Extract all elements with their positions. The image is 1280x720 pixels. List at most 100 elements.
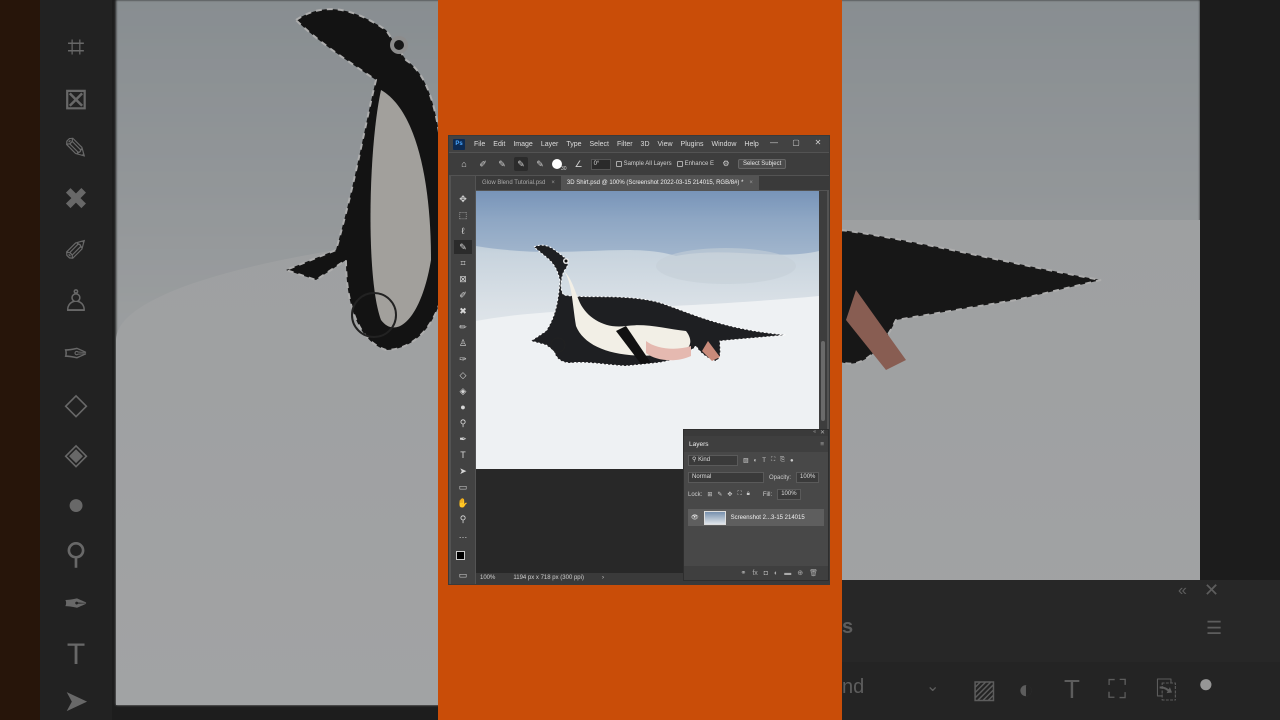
layers-title: Layers bbox=[689, 440, 709, 448]
lock-artboard-icon[interactable]: ⛶ bbox=[737, 491, 741, 498]
group-folder-icon[interactable]: ▬ bbox=[784, 570, 791, 577]
move-tool-icon[interactable]: ✥ bbox=[454, 192, 472, 206]
menu-help[interactable]: Help bbox=[740, 141, 762, 148]
lock-label: Lock: bbox=[688, 491, 703, 498]
layers-panel: « ✕ Layers ≡ ⚲ Kind ▨ ◐ T ⛶ ⎘ ● Normal O… bbox=[683, 429, 829, 581]
tab-close-icon[interactable]: × bbox=[551, 180, 555, 186]
filter-kind-select[interactable]: ⚲ Kind bbox=[688, 455, 738, 466]
more-tools-icon[interactable]: … bbox=[454, 528, 472, 542]
sample-all-layers-checkbox[interactable]: Sample All Layers bbox=[615, 161, 672, 167]
frame-tool-icon[interactable]: ⊠ bbox=[454, 272, 472, 286]
menu-layer[interactable]: Layer bbox=[537, 141, 563, 148]
scrollbar-thumb[interactable] bbox=[821, 341, 825, 421]
lock-all-icon[interactable]: 🔒︎ bbox=[747, 491, 750, 498]
shape-filter-icon[interactable]: ⛶ bbox=[771, 457, 775, 464]
menu-file[interactable]: File bbox=[470, 141, 489, 148]
minimize-icon[interactable]: — bbox=[763, 136, 785, 150]
rectangle-tool-icon[interactable]: ▭ bbox=[454, 480, 472, 494]
smart-object-filter-icon[interactable]: ⎘ bbox=[780, 457, 785, 464]
healing-tool-icon[interactable]: ✖ bbox=[454, 304, 472, 318]
menu-type[interactable]: Type bbox=[562, 141, 585, 148]
new-selection-icon[interactable]: ✎ bbox=[495, 157, 509, 171]
filter-toggle-icon[interactable]: ● bbox=[790, 458, 794, 464]
history-brush-tool-icon[interactable]: ✑ bbox=[454, 352, 472, 366]
menu-3d[interactable]: 3D bbox=[637, 141, 654, 148]
adjustment-filter-icon[interactable]: ◐ bbox=[754, 458, 758, 464]
adjustment-layer-icon[interactable]: ◐ bbox=[774, 570, 778, 577]
tab-close-icon[interactable]: × bbox=[749, 180, 753, 186]
status-arrow-icon[interactable]: › bbox=[602, 573, 604, 584]
maximize-icon[interactable]: ▢ bbox=[785, 136, 807, 150]
paint-bucket-tool-icon[interactable]: ◈ bbox=[454, 384, 472, 398]
blur-tool-icon[interactable]: ● bbox=[454, 400, 472, 414]
lock-pixels-icon[interactable]: ✎ bbox=[717, 491, 722, 498]
tab-3d-shirt[interactable]: 3D Shirt.psd @ 100% (Screenshot 2022-03-… bbox=[560, 176, 759, 190]
pixel-filter-icon[interactable]: ▨ bbox=[743, 457, 749, 464]
eraser-tool-icon[interactable]: ◇ bbox=[454, 368, 472, 382]
tool-preset-icon[interactable]: ✐ bbox=[476, 157, 490, 171]
document-info: 1194 px x 718 px (300 ppi) bbox=[513, 575, 584, 581]
quick-selection-tool-icon[interactable]: ✎ bbox=[454, 240, 472, 254]
menu-image[interactable]: Image bbox=[509, 141, 536, 148]
link-layers-icon[interactable]: ⚭ bbox=[740, 569, 746, 577]
checkbox-box-icon bbox=[676, 161, 683, 167]
tab-glow-blend[interactable]: Glow Blend Tutorial.psd × bbox=[476, 176, 561, 190]
brush-size-value: 30 bbox=[561, 166, 567, 172]
pen-tool-icon[interactable]: ✒ bbox=[454, 432, 472, 446]
trash-icon[interactable]: 🗑︎ bbox=[809, 569, 818, 577]
photoshop-window: Ps File Edit Image Layer Type Select Fil… bbox=[448, 135, 830, 585]
gear-icon[interactable]: ⚙ bbox=[719, 157, 733, 171]
menu-filter[interactable]: Filter bbox=[613, 141, 637, 148]
subtract-selection-icon[interactable]: ✎ bbox=[533, 157, 547, 171]
checkbox-box-icon bbox=[615, 161, 622, 167]
fx-icon[interactable]: fx bbox=[752, 570, 757, 577]
foreground-color-swatch[interactable] bbox=[456, 551, 465, 560]
menu-plugins[interactable]: Plugins bbox=[677, 141, 708, 148]
layer-thumbnail bbox=[703, 510, 726, 525]
menu-edit[interactable]: Edit bbox=[489, 141, 509, 148]
opacity-field[interactable]: 100% bbox=[796, 472, 820, 483]
home-icon[interactable]: ⌂ bbox=[457, 157, 471, 171]
quick-mask-icon[interactable]: ▭ bbox=[454, 568, 472, 582]
zoom-tool-icon[interactable]: ⚲ bbox=[454, 512, 472, 526]
menu-select[interactable]: Select bbox=[586, 141, 613, 148]
close-window-icon[interactable]: ✕ bbox=[807, 136, 829, 150]
type-filter-icon[interactable]: T bbox=[762, 458, 766, 464]
penguin-photo[interactable] bbox=[476, 191, 819, 469]
add-to-selection-icon[interactable]: ✎ bbox=[514, 157, 528, 171]
menu-window[interactable]: Window bbox=[708, 141, 741, 148]
layers-footer: ⚭ fx ◘ ◐ ▬ ⊕ 🗑︎ bbox=[684, 566, 828, 580]
zoom-level[interactable]: 100% bbox=[480, 573, 495, 584]
layer-name[interactable]: Screenshot 2...3-15 214015 bbox=[731, 515, 805, 521]
path-selection-tool-icon[interactable]: ➤ bbox=[454, 464, 472, 478]
angle-field[interactable]: 0° bbox=[590, 158, 611, 170]
brush-tool-icon[interactable]: ✏ bbox=[454, 320, 472, 334]
close-panel-icon[interactable]: ✕ bbox=[820, 429, 825, 436]
lasso-tool-icon[interactable]: ℓ bbox=[454, 224, 472, 238]
video-frame: ⌗ ⊠ ✎ ✖ ✐ ♙ ✑ ◇ ◈ ● ⚲ ✒ T ➤ « ✕ s ☰ nd ⌄… bbox=[0, 0, 1280, 720]
blend-mode-select[interactable]: Normal bbox=[688, 472, 764, 483]
layers-tab[interactable]: Layers ≡ bbox=[684, 436, 828, 452]
tab-label: Glow Blend Tutorial.psd bbox=[482, 180, 546, 186]
filter-row: ⚲ Kind ▨ ◐ T ⛶ ⎘ ● bbox=[684, 452, 828, 469]
eyedropper-tool-icon[interactable]: ✐ bbox=[454, 288, 472, 302]
marquee-tool-icon[interactable]: ⬚ bbox=[454, 208, 472, 222]
enhance-edge-checkbox[interactable]: Enhance E bbox=[676, 161, 714, 167]
select-subject-button[interactable]: Select Subject bbox=[737, 159, 787, 169]
enhance-edge-label: Enhance E bbox=[684, 161, 714, 167]
panel-menu-icon[interactable]: ≡ bbox=[820, 441, 824, 448]
menu-view[interactable]: View bbox=[654, 141, 677, 148]
lock-position-icon[interactable]: ✥ bbox=[727, 491, 732, 498]
lock-transparent-icon[interactable]: ⊞ bbox=[707, 491, 712, 498]
visibility-eye-icon[interactable]: 👁︎ bbox=[691, 514, 699, 521]
add-mask-icon[interactable]: ◘ bbox=[764, 570, 768, 577]
fill-field[interactable]: 100% bbox=[777, 489, 801, 500]
stamp-tool-icon[interactable]: ♙ bbox=[454, 336, 472, 350]
new-layer-icon[interactable]: ⊕ bbox=[797, 569, 803, 577]
type-tool-icon[interactable]: T bbox=[454, 448, 472, 462]
layer-row[interactable]: 👁︎ Screenshot 2...3-15 214015 bbox=[688, 509, 824, 526]
hand-tool-icon[interactable]: ✋ bbox=[454, 496, 472, 510]
collapse-panel-icon[interactable]: « bbox=[813, 429, 816, 435]
dodge-tool-icon[interactable]: ⚲ bbox=[454, 416, 472, 430]
crop-tool-icon[interactable]: ⌗ bbox=[454, 256, 472, 270]
